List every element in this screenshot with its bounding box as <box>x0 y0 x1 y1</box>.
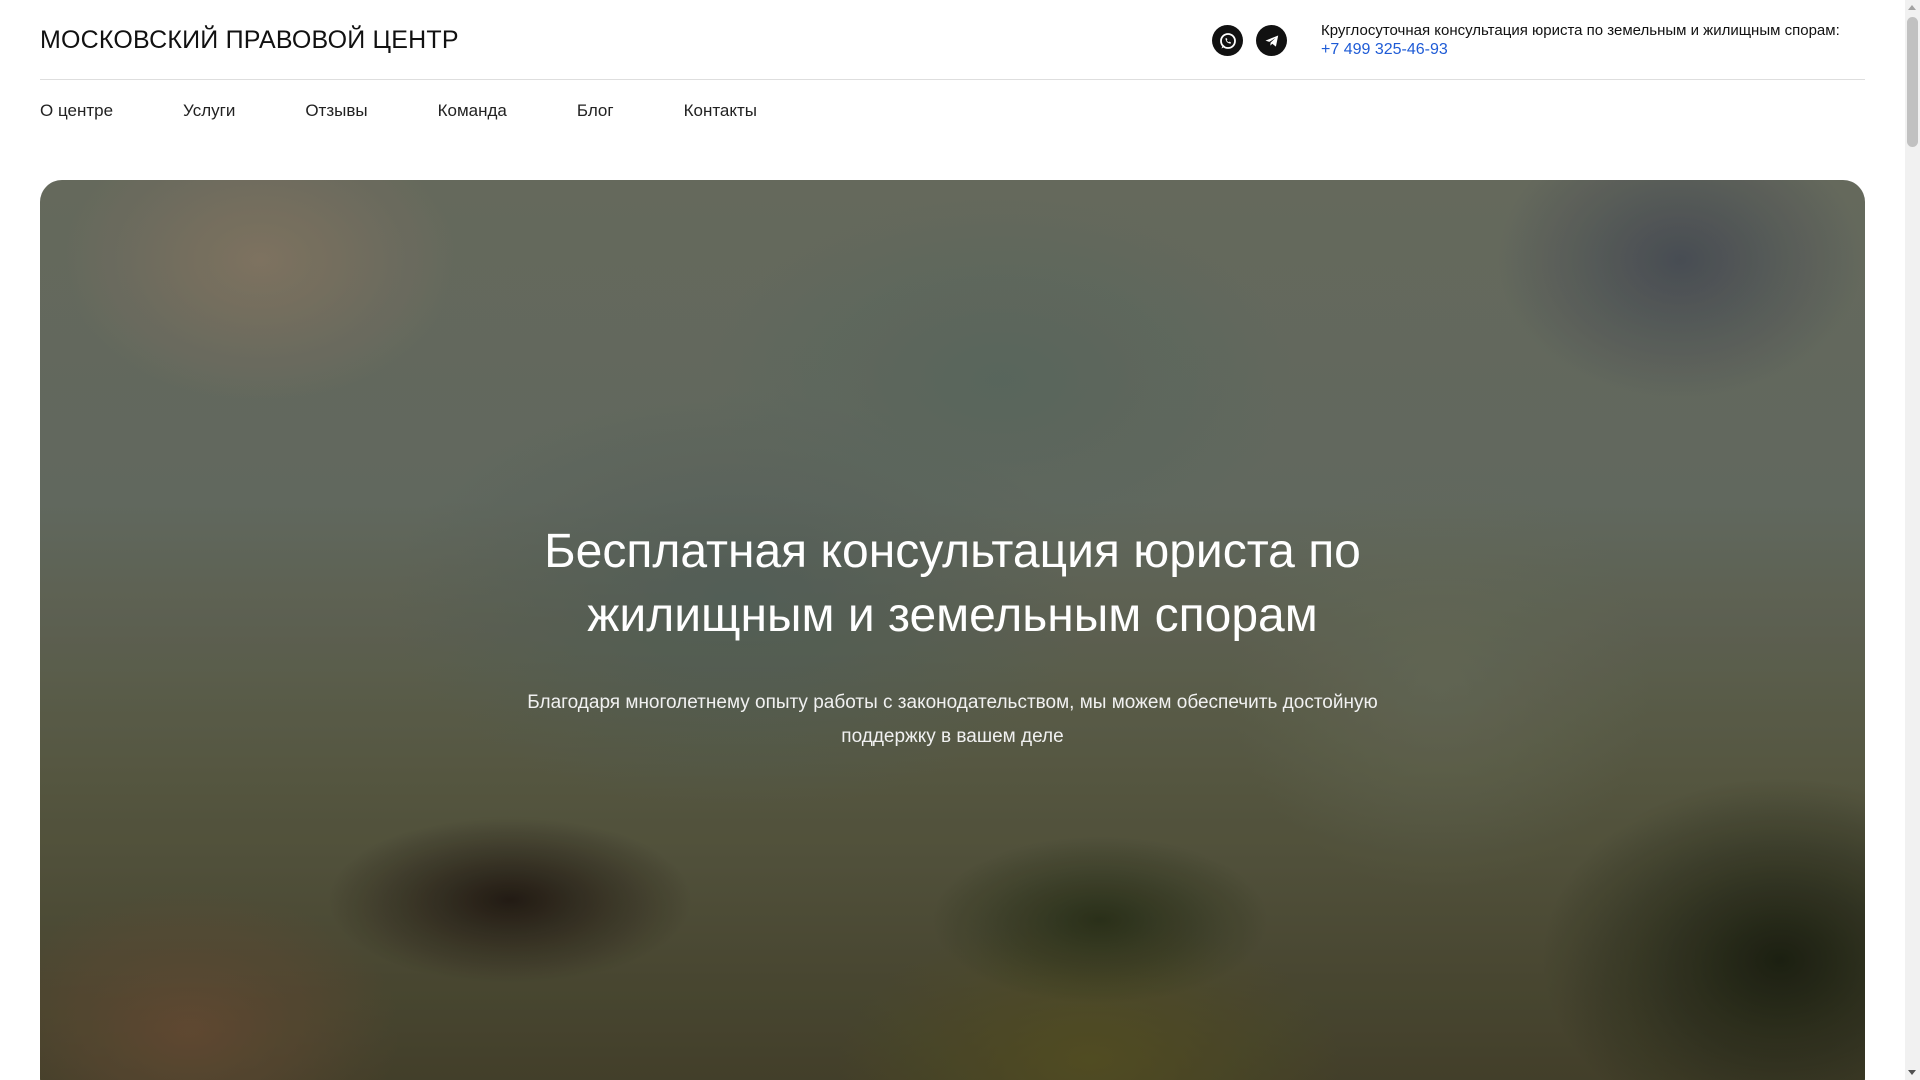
site-logo[interactable]: МОСКОВСКИЙ ПРАВОВОЙ ЦЕНТР <box>40 26 459 55</box>
page-scrollbar[interactable] <box>1905 0 1920 1080</box>
main-nav: О центре Услуги Отзывы Команда Блог Конт… <box>40 99 827 123</box>
telegram-icon <box>1263 32 1281 50</box>
site-header: МОСКОВСКИЙ ПРАВОВОЙ ЦЕНТР Круглосуточная… <box>40 0 1865 80</box>
whatsapp-button[interactable] <box>1212 25 1243 56</box>
scroll-thumb[interactable] <box>1907 17 1918 147</box>
nav-item-about[interactable]: О центре <box>40 99 113 123</box>
contact-text: Круглосуточная консультация юриста по зе… <box>1321 22 1840 39</box>
nav-item-services[interactable]: Услуги <box>183 99 235 123</box>
phone-link[interactable]: +7 499 325-46-93 <box>1321 40 1840 60</box>
scroll-down-arrow-icon[interactable] <box>1908 1070 1916 1075</box>
contact-block: Круглосуточная консультация юриста по зе… <box>1321 22 1840 60</box>
scroll-up-arrow-icon[interactable] <box>1908 5 1916 10</box>
hero-subtitle: Благодаря многолетнему опыту работы с за… <box>527 692 1378 747</box>
nav-item-contacts[interactable]: Контакты <box>684 99 757 123</box>
page: МОСКОВСКИЙ ПРАВОВОЙ ЦЕНТР Круглосуточная… <box>0 0 1920 1080</box>
hero-content: Бесплатная консультация юриста по жилищн… <box>40 520 1865 754</box>
nav-item-reviews[interactable]: Отзывы <box>305 99 367 123</box>
hero-banner: Бесплатная консультация юриста по жилищн… <box>40 180 1865 1080</box>
hero-title: Бесплатная консультация юриста по жилищн… <box>544 525 1361 642</box>
nav-item-blog[interactable]: Блог <box>577 99 614 123</box>
whatsapp-icon <box>1218 31 1238 51</box>
nav-item-team[interactable]: Команда <box>438 99 507 123</box>
telegram-button[interactable] <box>1256 25 1287 56</box>
